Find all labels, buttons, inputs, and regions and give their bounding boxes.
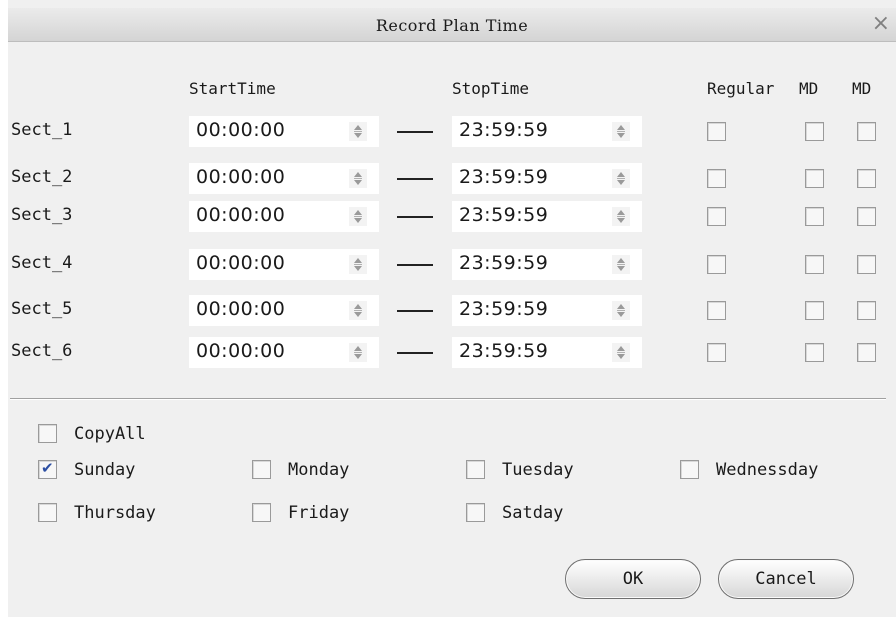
day-checkbox-sunday[interactable] [38, 459, 57, 479]
range-separator [397, 131, 433, 133]
start-time-field[interactable]: 00:00:00 [189, 337, 379, 368]
md-checkbox-1[interactable] [805, 207, 824, 226]
section-label: Sect_6 [11, 341, 73, 361]
spin-arrows-icon[interactable] [612, 255, 630, 274]
section-label: Sect_2 [11, 167, 73, 187]
spin-arrows-icon[interactable] [349, 343, 367, 362]
md-checkbox-2[interactable] [857, 255, 876, 274]
spin-arrows-icon[interactable] [349, 255, 367, 274]
md-header-1: MD [799, 79, 819, 98]
day-checkbox-wednessday[interactable] [680, 460, 699, 479]
cancel-button[interactable]: Cancel [718, 559, 854, 599]
section-label: Sect_4 [11, 253, 73, 273]
stop-time-value: 23:59:59 [459, 119, 549, 141]
start-time-value: 00:00:00 [196, 252, 286, 274]
spin-arrows-icon[interactable] [349, 122, 367, 141]
day-label-friday: Friday [288, 503, 350, 523]
spin-arrows-icon[interactable] [612, 301, 630, 320]
md-checkbox-2[interactable] [857, 301, 876, 320]
regular-checkbox[interactable] [707, 207, 726, 226]
day-label-tuesday: Tuesday [502, 460, 574, 480]
regular-header: Regular [707, 79, 775, 98]
title-bar[interactable]: Record Plan Time × [8, 8, 896, 42]
stop-time-value: 23:59:59 [459, 340, 549, 362]
regular-checkbox[interactable] [707, 255, 726, 274]
range-separator [397, 352, 433, 354]
start-time-field[interactable]: 00:00:00 [189, 163, 379, 194]
dialog-title: Record Plan Time [375, 16, 529, 35]
stop-time-value: 23:59:59 [459, 204, 549, 226]
md-checkbox-1[interactable] [805, 255, 824, 274]
stop-time-field[interactable]: 23:59:59 [452, 116, 642, 147]
divider [10, 398, 886, 400]
stop-time-field[interactable]: 23:59:59 [452, 337, 642, 368]
start-time-value: 00:00:00 [196, 204, 286, 226]
section-label: Sect_5 [11, 299, 73, 319]
day-checkbox-tuesday[interactable] [466, 460, 485, 479]
md-checkbox-2[interactable] [857, 122, 876, 141]
regular-checkbox[interactable] [707, 343, 726, 362]
day-checkbox-friday[interactable] [252, 503, 271, 522]
day-checkbox-thursday[interactable] [38, 503, 57, 522]
start-time-value: 00:00:00 [196, 166, 286, 188]
regular-checkbox[interactable] [707, 301, 726, 320]
close-icon[interactable]: × [872, 10, 890, 38]
day-label-sunday: Sunday [74, 460, 136, 480]
spin-arrows-icon[interactable] [349, 169, 367, 188]
start-time-value: 00:00:00 [196, 298, 286, 320]
section-label: Sect_3 [11, 205, 73, 225]
md-checkbox-2[interactable] [857, 207, 876, 226]
copy-all-label: CopyAll [74, 424, 146, 444]
stop-time-value: 23:59:59 [459, 298, 549, 320]
range-separator [397, 216, 433, 218]
day-checkbox-satday[interactable] [466, 503, 485, 522]
start-time-header: StartTime [189, 79, 276, 98]
day-label-monday: Monday [288, 460, 350, 480]
start-time-field[interactable]: 00:00:00 [189, 116, 379, 147]
stop-time-field[interactable]: 23:59:59 [452, 201, 642, 232]
md-checkbox-1[interactable] [805, 169, 824, 188]
range-separator [397, 178, 433, 180]
stop-time-field[interactable]: 23:59:59 [452, 295, 642, 326]
md-checkbox-1[interactable] [805, 301, 824, 320]
spin-arrows-icon[interactable] [349, 207, 367, 226]
day-label-wednessday: Wednessday [716, 460, 819, 480]
section-label: Sect_1 [11, 120, 73, 140]
start-time-value: 00:00:00 [196, 340, 286, 362]
stop-time-field[interactable]: 23:59:59 [452, 249, 642, 280]
day-checkbox-monday[interactable] [252, 460, 271, 479]
stop-time-header: StopTime [452, 79, 530, 98]
day-label-thursday: Thursday [74, 503, 156, 523]
spin-arrows-icon[interactable] [612, 343, 630, 362]
day-label-satday: Satday [502, 503, 564, 523]
regular-checkbox[interactable] [707, 169, 726, 188]
md-checkbox-1[interactable] [805, 122, 824, 141]
md-checkbox-1[interactable] [805, 343, 824, 362]
copy-all-checkbox[interactable] [38, 424, 57, 443]
start-time-value: 00:00:00 [196, 119, 286, 141]
spin-arrows-icon[interactable] [612, 169, 630, 188]
spin-arrows-icon[interactable] [612, 207, 630, 226]
start-time-field[interactable]: 00:00:00 [189, 201, 379, 232]
md-checkbox-2[interactable] [857, 343, 876, 362]
stop-time-value: 23:59:59 [459, 166, 549, 188]
range-separator [397, 310, 433, 312]
regular-checkbox[interactable] [707, 122, 726, 141]
ok-button[interactable]: OK [565, 559, 701, 599]
range-separator [397, 264, 433, 266]
md-header-2: MD [852, 79, 872, 98]
stop-time-field[interactable]: 23:59:59 [452, 163, 642, 194]
md-checkbox-2[interactable] [857, 169, 876, 188]
stop-time-value: 23:59:59 [459, 252, 549, 274]
spin-arrows-icon[interactable] [612, 122, 630, 141]
start-time-field[interactable]: 00:00:00 [189, 249, 379, 280]
spin-arrows-icon[interactable] [349, 301, 367, 320]
start-time-field[interactable]: 00:00:00 [189, 295, 379, 326]
